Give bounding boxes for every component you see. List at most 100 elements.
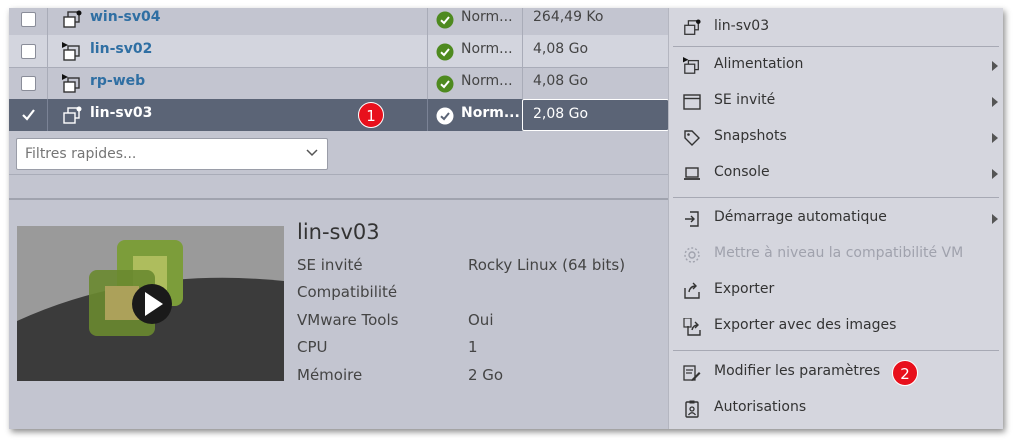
name-cell: lin-sv03 1 [47,99,428,131]
menu-item-upgrade-compat: Mettre à niveau la compatibilité VM [669,237,1003,273]
menu-item-snapshots[interactable]: Snapshots [669,120,1003,156]
name-cell: win-sv04 [47,8,428,35]
quick-filter-input[interactable] [23,143,297,165]
vsphere-panel: win-sv04 Norm... 264,49 Ko lin-sv02 Norm… [9,8,1003,429]
table-row-selected[interactable]: lin-sv03 1 Norm... 2,08 Go [9,99,669,131]
size-cell: 264,49 Ko [522,8,670,35]
detail-label: VMware Tools [297,311,399,329]
chevron-down-icon[interactable] [305,145,319,159]
menu-item-demarrage-automatique[interactable]: Démarrage automatique [669,201,1003,237]
vm-icon [684,19,701,35]
status-cell: Norm... [427,99,523,131]
detail-value: 1 [468,338,478,356]
menu-item-se-invite[interactable]: SE invité [669,84,1003,120]
menu-item-label: Console [714,164,770,180]
menu-divider [673,46,999,47]
section-divider [9,198,669,200]
quick-filter-select[interactable] [16,138,328,170]
menu-header: lin-sv03 [669,10,1003,46]
export-icon [684,282,700,299]
menu-item-label: Exporter avec des images [714,317,897,333]
menu-item-label: SE invité [714,92,776,108]
status-text: Norm... [461,105,520,121]
size-text: 4,08 Go [533,41,589,57]
row-checkbox[interactable] [21,12,36,27]
vm-icon [63,10,82,28]
submenu-arrow-icon [992,97,998,107]
vm-name-link[interactable]: lin-sv03 [90,105,152,121]
menu-item-modifier-parametres[interactable]: Modifier les paramètres 2 [669,355,1003,391]
checkbox-checked-icon[interactable] [21,107,36,122]
laptop-icon [684,167,700,180]
vm-screen-image [17,226,284,381]
table-row[interactable]: rp-web Norm... 4,08 Go [9,67,669,99]
vm-icon [63,106,82,124]
vm-name-link[interactable]: lin-sv02 [90,41,152,57]
detail-label: Compatibilité [297,283,398,301]
section-divider [9,174,669,175]
submenu-arrow-icon [992,214,998,224]
check-circle-icon [436,11,454,29]
vm-powered-on-icon [62,42,80,61]
detail-value: 2 Go [468,366,504,384]
menu-item-alimentation[interactable]: Alimentation [669,48,1003,84]
menu-item-label: Modifier les paramètres [714,363,881,379]
status-text: Norm... [461,73,513,89]
submenu-arrow-icon [992,61,998,71]
size-cell-focused[interactable]: 2,08 Go [522,99,669,131]
detail-label: SE invité [297,256,363,274]
status-text: Norm... [461,41,513,57]
permissions-icon [685,400,699,418]
menu-item-autorisations[interactable]: Autorisations [669,391,1003,427]
edit-settings-icon [683,365,701,381]
detail-value: Oui [468,311,494,329]
status-text: Norm... [461,9,513,25]
size-text: 264,49 Ko [533,9,604,25]
menu-item-label: Snapshots [714,128,787,144]
menu-item-label: Alimentation [714,56,804,72]
status-cell: Norm... [427,8,523,35]
vm-detail-title: lin-sv03 [297,220,380,244]
status-cell: Norm... [427,67,523,99]
submenu-arrow-icon [992,133,998,143]
table-row[interactable]: lin-sv02 Norm... 4,08 Go [9,35,669,67]
export-images-icon [683,318,701,336]
vm-powered-on-icon [62,74,80,93]
size-cell: 4,08 Go [522,35,670,67]
step-badge-2: 2 [892,360,918,386]
tag-icon [684,130,700,146]
menu-divider [673,197,999,198]
status-cell: Norm... [427,35,523,67]
window-icon [683,94,701,110]
check-circle-icon [436,75,454,93]
vm-name-link[interactable]: win-sv04 [90,9,160,25]
row-checkbox[interactable] [21,76,36,91]
menu-divider [673,350,999,351]
menu-item-label: Démarrage automatique [714,209,887,225]
menu-item-exporter-images[interactable]: Exporter avec des images [669,309,1003,345]
row-checkbox[interactable] [21,44,36,59]
menu-item-exporter[interactable]: Exporter [669,273,1003,309]
detail-label: Mémoire [297,366,363,384]
vm-console-thumbnail[interactable] [17,226,284,381]
name-cell: lin-sv02 [47,35,428,67]
size-cell: 4,08 Go [522,67,670,99]
power-vm-icon [683,57,699,74]
step-badge-1: 1 [358,102,384,128]
detail-label: CPU [297,338,328,356]
check-circle-icon [436,43,454,61]
menu-header-label: lin-sv03 [714,18,770,34]
detail-value: Rocky Linux (64 bits) [468,256,626,274]
menu-item-label: Exporter [714,281,775,297]
name-cell: rp-web [47,67,428,99]
menu-item-label: Autorisations [714,399,807,415]
context-menu: lin-sv03 Alimentation SE invité Snapshot… [668,8,1003,429]
size-text: 2,08 Go [533,106,589,122]
table-row[interactable]: win-sv04 Norm... 264,49 Ko [9,8,669,35]
submenu-arrow-icon [992,169,998,179]
menu-item-label: Mettre à niveau la compatibilité VM [714,245,964,261]
login-icon [685,211,699,227]
vm-name-link[interactable]: rp-web [90,73,145,89]
upgrade-icon [684,247,700,263]
menu-item-console[interactable]: Console [669,156,1003,192]
